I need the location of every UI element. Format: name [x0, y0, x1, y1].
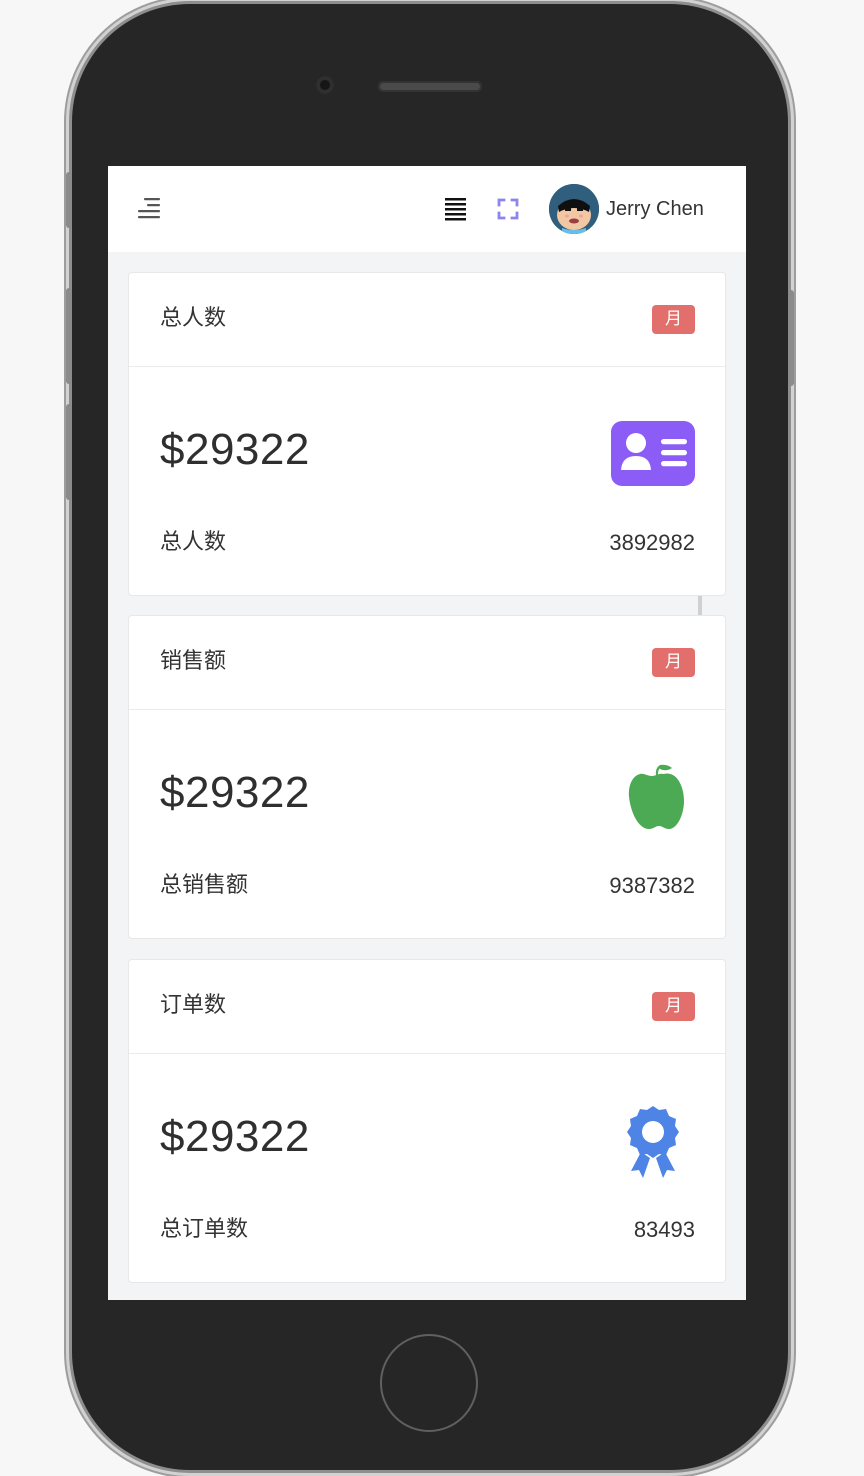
volume-down-button — [66, 404, 72, 500]
stat-card-orders: 订单数 月 $29322 总订单数 83493 — [128, 959, 726, 1283]
avatar[interactable] — [549, 184, 599, 234]
menu-toggle-icon[interactable] — [138, 197, 162, 221]
user-name[interactable]: Jerry Chen — [606, 196, 726, 222]
list-view-icon[interactable] — [444, 196, 468, 222]
footer-label: 总销售额 — [160, 873, 249, 898]
card-value: $29322 — [160, 425, 310, 474]
footer-value: 9387382 — [609, 873, 695, 898]
card-value: $29322 — [160, 768, 310, 817]
card-body: $29322 总销售额 9387382 — [129, 710, 725, 938]
footer-label: 总订单数 — [160, 1217, 249, 1242]
volume-up-button — [66, 288, 72, 384]
card-title: 销售额 — [160, 649, 227, 674]
footer-label: 总人数 — [160, 530, 227, 555]
speaker-grille — [378, 81, 482, 92]
id-card-icon — [611, 419, 695, 489]
dashboard-content: 总人数 月 $29322 总人数 3892982 销售额 月 $29322 总销… — [128, 272, 726, 1300]
top-bar: Jerry Chen — [108, 166, 746, 252]
screen: Jerry Chen 总人数 月 $29322 总人数 3892982 销售额 … — [108, 166, 746, 1300]
card-value: $29322 — [160, 1112, 310, 1161]
card-header: 订单数 月 — [129, 960, 725, 1054]
card-header: 销售额 月 — [129, 616, 725, 710]
front-camera — [316, 76, 334, 94]
power-button — [788, 290, 794, 386]
period-tag: 月 — [652, 992, 695, 1021]
card-title: 订单数 — [160, 993, 227, 1018]
footer-value: 3892982 — [609, 530, 695, 555]
mute-switch — [66, 172, 72, 228]
stat-card-sales: 销售额 月 $29322 总销售额 9387382 — [128, 615, 726, 939]
apple-icon — [611, 762, 695, 832]
footer-value: 83493 — [633, 1217, 695, 1242]
stat-card-people: 总人数 月 $29322 总人数 3892982 — [128, 272, 726, 596]
fullscreen-icon[interactable] — [496, 197, 520, 221]
home-button[interactable] — [380, 1334, 478, 1432]
period-tag: 月 — [652, 305, 695, 334]
card-header: 总人数 月 — [129, 273, 725, 367]
period-tag: 月 — [652, 648, 695, 677]
card-title: 总人数 — [160, 306, 227, 331]
card-body: $29322 总人数 3892982 — [129, 367, 725, 595]
card-body: $29322 总订单数 83493 — [129, 1054, 725, 1282]
award-icon — [611, 1106, 695, 1178]
